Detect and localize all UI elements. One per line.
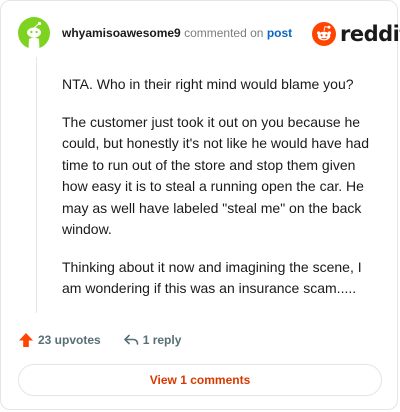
upvote-button[interactable]: 23 upvotes	[18, 332, 101, 348]
comment-paragraph: The customer just took it out on you bec…	[62, 113, 369, 238]
reddit-logo[interactable]: reddit	[312, 22, 400, 46]
reply-arrow-icon	[123, 334, 139, 345]
commented-on-label: commented on	[184, 26, 264, 40]
upvote-arrow-icon	[19, 333, 33, 347]
comment-paragraph: Thinking about it now and imagining the …	[62, 258, 362, 297]
comment-actions: 23 upvotes 1 reply	[18, 331, 181, 349]
comment-card: whyamisoawesome9 commented on post reddi…	[0, 0, 400, 410]
comment-username[interactable]: whyamisoawesome9	[62, 26, 181, 40]
upvote-count: 23 upvotes	[38, 333, 101, 347]
view-comments-button[interactable]: View 1 comments	[18, 364, 382, 396]
snoo-avatar-icon[interactable]	[18, 17, 50, 49]
comment-body: NTA. Who in their right mind would blame…	[62, 74, 377, 316]
comment-paragraph: NTA. Who in their right mind would blame…	[62, 76, 354, 92]
reddit-snoo-icon	[312, 22, 336, 46]
comment-header: whyamisoawesome9 commented on post	[62, 25, 292, 41]
post-link[interactable]: post	[267, 26, 292, 40]
reply-count: 1 reply	[142, 333, 182, 347]
thread-line	[36, 57, 37, 313]
reddit-wordmark: reddit	[340, 22, 400, 46]
reply-button[interactable]: 1 reply	[123, 332, 182, 348]
